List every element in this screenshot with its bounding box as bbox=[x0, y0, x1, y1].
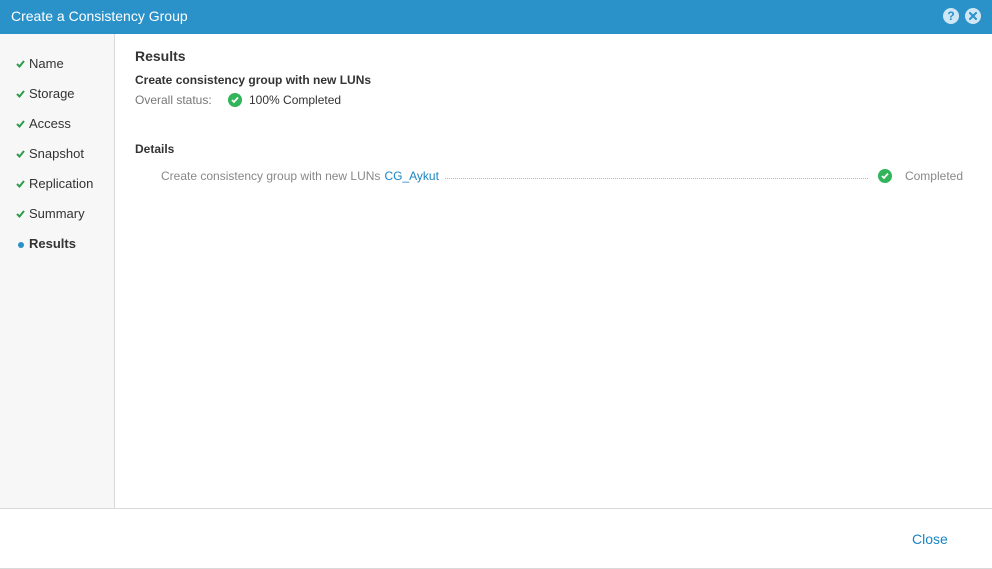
success-check-icon bbox=[877, 169, 892, 183]
step-replication[interactable]: Replication bbox=[16, 173, 93, 193]
detail-text: Create consistency group with new LUNs bbox=[161, 169, 381, 183]
close-icon[interactable] bbox=[965, 8, 981, 24]
current-step-dot-icon bbox=[16, 236, 29, 251]
step-label: Results bbox=[29, 235, 76, 251]
step-label: Name bbox=[29, 55, 64, 71]
step-name[interactable]: Name bbox=[16, 53, 64, 73]
step-storage[interactable]: Storage bbox=[16, 83, 75, 103]
overall-status-value: 100% Completed bbox=[249, 93, 342, 107]
dialog-title: Create a Consistency Group bbox=[11, 8, 188, 24]
detail-row: Create consistency group with new LUNs C… bbox=[161, 168, 963, 184]
checkmark-icon bbox=[16, 56, 29, 71]
help-icon[interactable]: ? bbox=[943, 8, 959, 24]
step-label: Access bbox=[29, 115, 71, 131]
detail-status-text: Completed bbox=[904, 169, 963, 183]
checkmark-icon bbox=[16, 146, 29, 161]
step-summary[interactable]: Summary bbox=[16, 203, 85, 223]
detail-status: Completed bbox=[877, 169, 963, 183]
dialog-title-bar: Create a Consistency Group ? bbox=[0, 0, 992, 34]
checkmark-icon bbox=[16, 86, 29, 101]
checkmark-icon bbox=[16, 116, 29, 131]
checkmark-icon bbox=[16, 206, 29, 221]
details-heading: Details bbox=[135, 142, 175, 156]
step-label: Snapshot bbox=[29, 145, 84, 161]
dotted-leader bbox=[444, 177, 868, 179]
wizard-step-list: Name Storage Access Snapshot Replication… bbox=[0, 34, 115, 508]
step-label: Replication bbox=[29, 175, 94, 191]
close-button[interactable]: Close bbox=[912, 531, 948, 547]
results-panel: Results Create consistency group with ne… bbox=[135, 34, 975, 508]
overall-status-label: Overall status: bbox=[135, 93, 212, 107]
step-results[interactable]: Results bbox=[16, 233, 76, 253]
page-title: Results bbox=[135, 48, 186, 64]
success-check-icon bbox=[228, 93, 242, 107]
step-access[interactable]: Access bbox=[16, 113, 71, 133]
close-icon-glyph bbox=[969, 12, 977, 20]
operation-title: Create consistency group with new LUNs bbox=[135, 73, 372, 87]
checkmark-icon bbox=[16, 176, 29, 191]
overall-status: 100% Completed bbox=[228, 93, 341, 107]
step-label: Storage bbox=[29, 85, 75, 101]
cg-name-link[interactable]: CG_Aykut bbox=[384, 169, 438, 183]
step-snapshot[interactable]: Snapshot bbox=[16, 143, 84, 163]
step-label: Summary bbox=[29, 205, 85, 221]
dialog-footer: Close bbox=[0, 508, 992, 569]
